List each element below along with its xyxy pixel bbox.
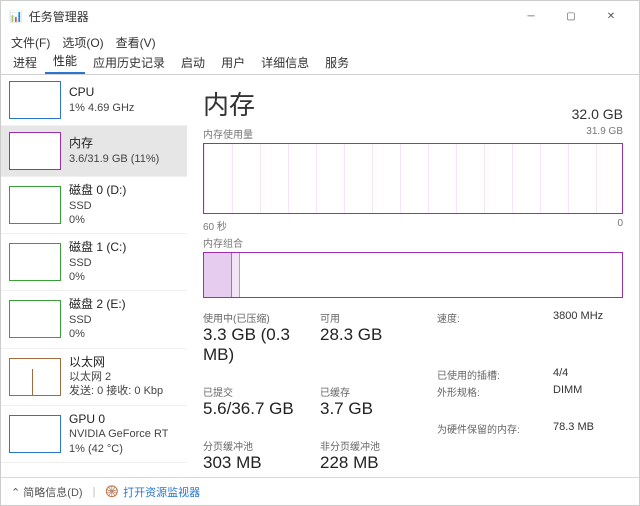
sidebar-sub2: 0% <box>69 270 126 284</box>
title-bar: 📊 任务管理器 ─ ▢ ✕ <box>1 1 639 31</box>
memory-thumb-icon <box>9 132 61 170</box>
sidebar-item-ethernet[interactable]: 以太网 以太网 2 发送: 0 接收: 0 Kbp <box>1 349 187 406</box>
menu-options[interactable]: 选项(O) <box>62 34 103 51</box>
stat-label: 分页缓冲池 <box>203 438 314 453</box>
sidebar-item-memory[interactable]: 内存 3.6/31.9 GB (11%) <box>1 126 187 177</box>
tab-services[interactable]: 服务 <box>317 51 357 74</box>
usage-axis-label: 内存使用量 <box>203 126 253 141</box>
stat-label: 为硬件保留的内存: <box>437 421 547 436</box>
sidebar-label: 以太网 <box>69 355 163 371</box>
menu-bar: 文件(F) 选项(O) 查看(V) <box>1 31 639 53</box>
sidebar-sub: SSD <box>69 199 126 213</box>
sidebar-sub: NVIDIA GeForce RT <box>69 427 168 441</box>
stat-hw-reserved: 78.3 MB <box>553 421 623 436</box>
main-panel: 内存 32.0 GB 内存使用量 31.9 GB 60 秒 0 内存组合 使用中… <box>187 75 639 477</box>
performance-sidebar: CPU 1% 4.69 GHz 内存 3.6/31.9 GB (11%) 磁盘 … <box>1 75 187 477</box>
window-title: 任务管理器 <box>29 8 511 25</box>
sidebar-sub2: 1% (42 °C) <box>69 442 168 456</box>
page-title: 内存 <box>203 85 255 122</box>
tab-history[interactable]: 应用历史记录 <box>85 51 173 74</box>
memory-composition-chart <box>203 252 623 298</box>
sidebar-item-disk1[interactable]: 磁盘 1 (C:) SSD 0% <box>1 234 187 291</box>
menu-file[interactable]: 文件(F) <box>11 34 50 51</box>
sidebar-label: CPU <box>69 85 134 101</box>
disk-thumb-icon <box>9 300 61 338</box>
x-axis-right: 0 <box>617 218 623 233</box>
stat-speed: 3800 MHz <box>553 310 623 365</box>
tab-performance[interactable]: 性能 <box>45 49 85 74</box>
sidebar-sub: 以太网 2 <box>69 370 163 384</box>
tab-startup[interactable]: 启动 <box>173 51 213 74</box>
usage-axis-max: 31.9 GB <box>586 126 623 141</box>
stat-in-use: 3.3 GB (0.3 MB) <box>203 325 314 365</box>
stat-label: 已提交 <box>203 384 314 399</box>
stat-label: 速度: <box>437 310 547 365</box>
tab-bar: 进程 性能 应用历史记录 启动 用户 详细信息 服务 <box>1 53 639 75</box>
sidebar-label: GPU 0 <box>69 412 168 428</box>
stats-grid: 使用中(已压缩) 3.3 GB (0.3 MB) 可用 28.3 GB 速度: … <box>203 310 623 473</box>
sidebar-item-disk2[interactable]: 磁盘 2 (E:) SSD 0% <box>1 291 187 348</box>
stat-cached: 3.7 GB <box>320 399 431 419</box>
fewer-details-toggle[interactable]: ⌃ 简略信息(D) <box>11 484 83 500</box>
stat-label: 已使用的插槽: <box>437 367 547 382</box>
stat-label: 可用 <box>320 310 431 325</box>
stat-label: 已缓存 <box>320 384 431 399</box>
gpu-thumb-icon <box>9 415 61 453</box>
sidebar-label: 磁盘 1 (C:) <box>69 240 126 256</box>
resmon-icon: 🛞 <box>105 485 119 498</box>
tab-users[interactable]: 用户 <box>213 51 253 74</box>
stat-nonpaged: 228 MB <box>320 453 431 473</box>
memory-usage-chart <box>203 143 623 214</box>
disk-thumb-icon <box>9 186 61 224</box>
sidebar-item-disk0[interactable]: 磁盘 0 (D:) SSD 0% <box>1 177 187 234</box>
sidebar-label: 磁盘 0 (D:) <box>69 183 126 199</box>
stat-label: 使用中(已压缩) <box>203 310 314 325</box>
disk-thumb-icon <box>9 243 61 281</box>
sidebar-sub: 1% 4.69 GHz <box>69 101 134 115</box>
sidebar-item-cpu[interactable]: CPU 1% 4.69 GHz <box>1 75 187 126</box>
sidebar-sub: SSD <box>69 313 126 327</box>
stat-paged: 303 MB <box>203 453 314 473</box>
sidebar-sub: 3.6/31.9 GB (11%) <box>69 152 159 166</box>
stat-label: 外形规格: <box>437 384 547 419</box>
maximize-button[interactable]: ▢ <box>551 1 591 31</box>
stat-label: 非分页缓冲池 <box>320 438 431 453</box>
tab-details[interactable]: 详细信息 <box>253 51 317 74</box>
stat-form: DIMM <box>553 384 623 419</box>
close-button[interactable]: ✕ <box>591 1 631 31</box>
sidebar-sub2: 发送: 0 接收: 0 Kbp <box>69 384 163 398</box>
minimize-button[interactable]: ─ <box>511 1 551 31</box>
stat-committed: 5.6/36.7 GB <box>203 399 314 419</box>
open-resource-monitor-link[interactable]: 🛞 打开资源监视器 <box>105 484 200 500</box>
sidebar-item-gpu0[interactable]: GPU 0 NVIDIA GeForce RT 1% (42 °C) <box>1 406 187 463</box>
sidebar-label: 内存 <box>69 136 159 152</box>
composition-label: 内存组合 <box>203 235 243 250</box>
ethernet-thumb-icon <box>9 358 61 396</box>
stat-available: 28.3 GB <box>320 325 431 345</box>
sidebar-sub: SSD <box>69 256 126 270</box>
sidebar-sub2: 0% <box>69 327 126 341</box>
sidebar-label: 磁盘 2 (E:) <box>69 297 126 313</box>
sidebar-sub2: 0% <box>69 213 126 227</box>
cpu-thumb-icon <box>9 81 61 119</box>
x-axis-left: 60 秒 <box>203 218 227 233</box>
stat-slots: 4/4 <box>553 367 623 382</box>
tab-processes[interactable]: 进程 <box>5 51 45 74</box>
app-icon: 📊 <box>9 10 23 23</box>
total-memory: 32.0 GB <box>572 106 623 122</box>
menu-view[interactable]: 查看(V) <box>116 34 156 51</box>
status-bar: ⌃ 简略信息(D) | 🛞 打开资源监视器 <box>1 477 639 505</box>
